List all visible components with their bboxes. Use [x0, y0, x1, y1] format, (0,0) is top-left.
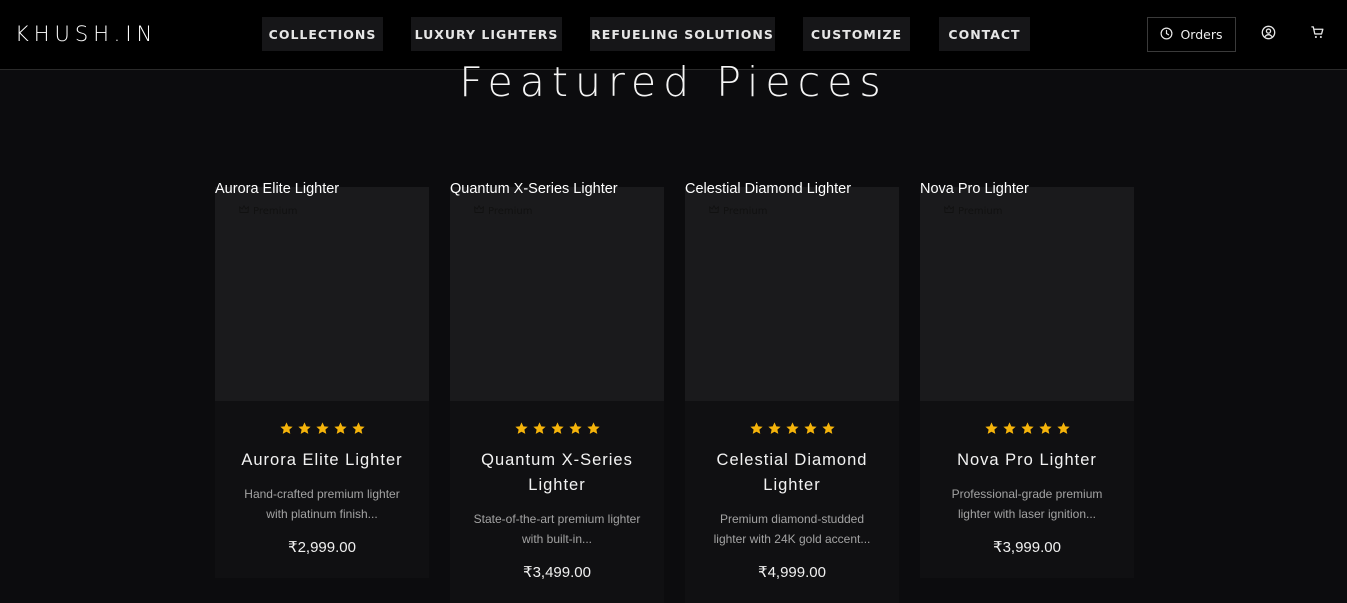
crown-icon [709, 204, 719, 217]
star-icon [1056, 422, 1070, 434]
star-icon [351, 422, 365, 434]
product-price: ₹3,499.00 [523, 564, 591, 581]
product-card[interactable]: Celestial Diamond Lighter Premium Celest… [685, 181, 899, 603]
nav-item-luxury-lighters[interactable]: LUXURY LIGHTERS [411, 17, 562, 51]
product-image[interactable]: Celestial Diamond Lighter Premium [685, 181, 899, 401]
premium-badge: Premium [944, 204, 1003, 217]
product-name[interactable]: Quantum X-Series Lighter [467, 448, 647, 498]
product-description: State-of-the-art premium lighter with bu… [473, 512, 641, 546]
clock-icon [1160, 27, 1173, 43]
section-title: Featured Pieces [459, 58, 888, 106]
star-icon [1002, 422, 1016, 434]
product-card[interactable]: Aurora Elite Lighter Premium Aurora Elit… [215, 181, 429, 578]
product-price: ₹3,999.00 [993, 539, 1061, 556]
star-icon [586, 422, 600, 434]
product-description: Hand-crafted premium lighter with platin… [244, 487, 400, 521]
product-image[interactable]: Nova Pro Lighter Premium [920, 181, 1134, 401]
product-card[interactable]: Quantum X-Series Lighter Premium Quantum… [450, 181, 664, 603]
cart-button[interactable] [1307, 24, 1327, 44]
star-icon [568, 422, 582, 434]
badge-label: Premium [723, 205, 768, 217]
product-price: ₹2,999.00 [288, 539, 356, 556]
star-icon [821, 422, 835, 434]
rating-stars [685, 421, 899, 436]
product-price: ₹4,999.00 [758, 564, 826, 581]
product-name[interactable]: Aurora Elite Lighter [232, 448, 412, 473]
nav-item-refueling-solutions[interactable]: REFUELING SOLUTIONS [590, 17, 775, 51]
product-image[interactable]: Aurora Elite Lighter Premium [215, 181, 429, 401]
cart-icon [1310, 25, 1325, 44]
badge-label: Premium [958, 205, 1003, 217]
product-image-alt-text: Nova Pro Lighter [920, 181, 1029, 197]
product-description: Premium diamond-studded lighter with 24K… [713, 512, 871, 546]
badge-label: Premium [253, 205, 298, 217]
star-icon [785, 422, 799, 434]
star-icon [749, 422, 763, 434]
star-icon [297, 422, 311, 434]
product-image-alt-text: Quantum X-Series Lighter [450, 181, 618, 197]
account-button[interactable] [1258, 24, 1278, 44]
star-icon [767, 422, 781, 434]
product-name[interactable]: Celestial Diamond Lighter [702, 448, 882, 498]
user-icon [1261, 25, 1276, 44]
star-icon [1020, 422, 1034, 434]
nav-item-collections[interactable]: COLLECTIONS [262, 17, 383, 51]
premium-badge: Premium [709, 204, 768, 217]
crown-icon [474, 204, 484, 217]
rating-stars [920, 421, 1134, 436]
star-icon [333, 422, 347, 434]
nav-item-contact[interactable]: CONTACT [939, 17, 1030, 51]
star-icon [514, 422, 528, 434]
star-icon [984, 422, 998, 434]
crown-icon [944, 204, 954, 217]
orders-label: Orders [1180, 27, 1223, 42]
rating-stars [450, 421, 664, 436]
star-icon [1038, 422, 1052, 434]
star-icon [532, 422, 546, 434]
premium-badge: Premium [474, 204, 533, 217]
product-image-alt-text: Aurora Elite Lighter [215, 181, 340, 197]
star-icon [803, 422, 817, 434]
premium-badge: Premium [239, 204, 298, 217]
product-name[interactable]: Nova Pro Lighter [937, 448, 1117, 473]
product-image-alt-text: Celestial Diamond Lighter [685, 181, 852, 197]
product-image[interactable]: Quantum X-Series Lighter Premium [450, 181, 664, 401]
nav-item-customize[interactable]: CUSTOMIZE [803, 17, 910, 51]
star-icon [550, 422, 564, 434]
brand-logo[interactable]: KHUSH.IN [15, 22, 157, 46]
product-card[interactable]: Nova Pro Lighter Premium Nova Pro Lighte… [920, 181, 1134, 578]
star-icon [315, 422, 329, 434]
orders-button[interactable]: Orders [1147, 17, 1236, 52]
badge-label: Premium [488, 205, 533, 217]
product-description: Professional-grade premium lighter with … [951, 487, 1103, 521]
rating-stars [215, 421, 429, 436]
star-icon [279, 422, 293, 434]
crown-icon [239, 204, 249, 217]
